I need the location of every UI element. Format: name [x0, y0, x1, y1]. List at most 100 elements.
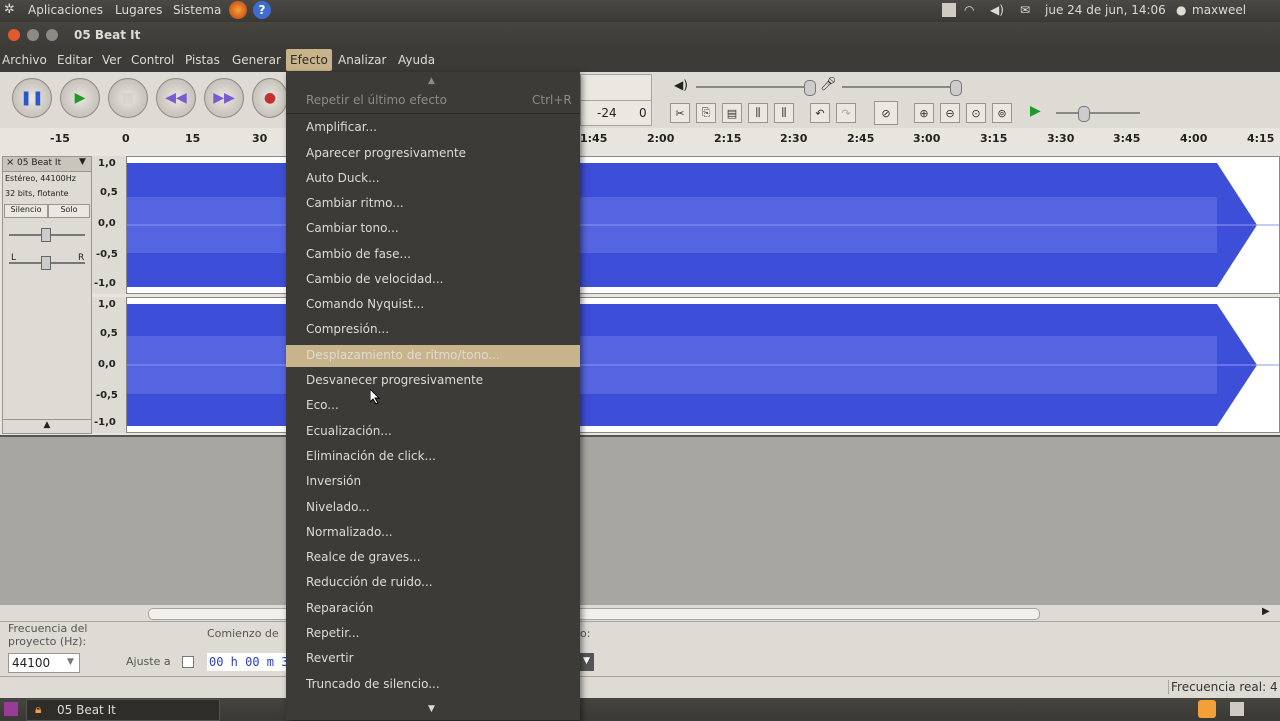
copy-icon[interactable]: ⎘ — [696, 103, 716, 123]
meter-top[interactable] — [580, 74, 652, 102]
meter-bottom[interactable]: -24 0 — [580, 100, 652, 126]
selection-start-field[interactable]: 00 h 00 m 3 — [207, 653, 288, 671]
playback-volume-thumb[interactable] — [804, 80, 816, 96]
menu-editar[interactable]: Editar — [57, 53, 93, 67]
track-close-icon[interactable]: × — [6, 157, 14, 168]
menu-item-reduccion-ruido[interactable]: Reducción de ruido... — [306, 575, 433, 589]
menu-item-compresion[interactable]: Compresión... — [306, 322, 389, 336]
paste-icon[interactable]: ▤ — [722, 103, 742, 123]
menu-item-truncado-silencio[interactable]: Truncado de silencio... — [306, 677, 440, 691]
wifi-icon[interactable]: ◠ — [964, 3, 974, 17]
playback-volume-slider[interactable] — [696, 86, 808, 88]
speed-slider[interactable] — [1056, 112, 1140, 114]
system-menu[interactable]: Sistema — [173, 3, 221, 17]
zoom-in-icon[interactable]: ⊕ — [914, 103, 934, 123]
firefox-icon[interactable] — [229, 1, 247, 19]
menu-item-inversion[interactable]: Inversión — [306, 474, 361, 488]
scroll-down-icon[interactable]: ▼ — [428, 704, 435, 714]
menu-ver[interactable]: Ver — [102, 53, 122, 67]
horizontal-scrollbar[interactable]: ▶ — [0, 605, 1280, 621]
menu-item-reparacion[interactable]: Reparación — [306, 601, 373, 615]
trash-icon[interactable] — [1230, 702, 1244, 716]
menu-item-amplificar[interactable]: Amplificar... — [306, 120, 377, 134]
user-name[interactable]: maxweel — [1192, 3, 1246, 17]
pan-slider-thumb[interactable] — [41, 256, 51, 270]
menu-item-comando-nyquist[interactable]: Comando Nyquist... — [306, 297, 424, 311]
maximize-icon[interactable] — [46, 29, 58, 41]
menu-item-eco[interactable]: Eco... — [306, 398, 339, 412]
play-at-speed-icon[interactable]: ▶ — [1030, 103, 1041, 119]
audacity-tray-icon[interactable] — [1198, 700, 1216, 718]
skip-end-button[interactable]: ▶▶ — [204, 78, 244, 118]
timeline-ruler[interactable]: -15 0 15 30 1:45 2:00 2:15 2:30 2:45 3:0… — [0, 128, 1280, 151]
undo-icon[interactable]: ↶ — [810, 103, 830, 123]
menu-item-cambio-fase[interactable]: Cambio de fase... — [306, 247, 411, 261]
selection-format-combo[interactable]: ▼ — [580, 653, 594, 671]
mute-button[interactable]: Silencio — [4, 204, 48, 218]
menu-item-desvanecer[interactable]: Desvanecer progresivamente — [306, 373, 483, 387]
menu-item-aparecer[interactable]: Aparecer progresivamente — [306, 146, 466, 160]
pause-button[interactable]: ❚❚ — [12, 78, 52, 118]
show-desktop-icon[interactable] — [4, 702, 18, 716]
menu-item-realce-graves[interactable]: Realce de graves... — [306, 550, 421, 564]
sync-lock-icon[interactable]: ⊘ — [874, 101, 898, 125]
menu-item-repetir[interactable]: Repetir... — [306, 626, 360, 640]
volume-icon[interactable]: ◀) — [990, 3, 1004, 17]
mail-icon[interactable]: ✉ — [1020, 3, 1030, 17]
menu-pistas[interactable]: Pistas — [185, 53, 220, 67]
chevron-down-icon[interactable]: ▼ — [583, 656, 590, 666]
menu-analizar[interactable]: Analizar — [338, 53, 386, 67]
track-header[interactable]: × 05 Beat It ▼ — [3, 157, 91, 172]
clock[interactable]: jue 24 de jun, 14:06 — [1045, 3, 1166, 17]
menu-ayuda[interactable]: Ayuda — [398, 53, 435, 67]
stop-button[interactable]: ■ — [108, 78, 148, 118]
menu-generar[interactable]: Generar — [232, 53, 281, 67]
cut-icon[interactable]: ✂ — [670, 103, 690, 123]
scroll-up-icon[interactable]: ▲ — [428, 76, 435, 86]
places-menu[interactable]: Lugares — [115, 3, 162, 17]
menu-item-cambiar-ritmo[interactable]: Cambiar ritmo... — [306, 196, 404, 210]
speed-slider-thumb[interactable] — [1078, 106, 1090, 122]
workspace-icon[interactable] — [942, 3, 956, 17]
record-button[interactable]: ● — [252, 78, 288, 118]
close-icon[interactable] — [8, 29, 20, 41]
taskbar-window-button[interactable]: 🔒︎ 05 Beat It — [26, 699, 220, 721]
menu-item-ecualizacion[interactable]: Ecualización... — [306, 424, 392, 438]
menu-item-normalizado[interactable]: Normalizado... — [306, 525, 393, 539]
applications-menu[interactable]: Aplicaciones — [28, 3, 103, 17]
skip-start-button[interactable]: ◀◀ — [156, 78, 196, 118]
solo-button[interactable]: Solo — [48, 204, 90, 218]
project-rate-combo[interactable]: 44100 ▼ — [8, 653, 80, 673]
snap-checkbox[interactable] — [182, 656, 194, 668]
minimize-icon[interactable] — [27, 29, 39, 41]
gain-slider-thumb[interactable] — [41, 228, 51, 242]
redo-icon[interactable]: ↷ — [836, 103, 856, 123]
ubuntu-logo-icon[interactable]: ✲ — [4, 2, 15, 17]
menu-item-cambiar-tono[interactable]: Cambiar tono... — [306, 221, 399, 235]
record-volume-thumb[interactable] — [950, 80, 962, 96]
menu-control[interactable]: Control — [131, 53, 174, 67]
menu-item-cambio-velocidad[interactable]: Cambio de velocidad... — [306, 272, 443, 286]
fit-selection-icon[interactable]: ⊙ — [966, 103, 986, 123]
empty-track-area[interactable] — [0, 435, 1280, 607]
menu-item-repeat-last-effect[interactable]: Repetir el último efecto — [306, 93, 447, 107]
menu-efecto[interactable]: Efecto — [286, 49, 332, 71]
scroll-right-icon[interactable]: ▶ — [1262, 606, 1270, 617]
menu-item-auto-duck[interactable]: Auto Duck... — [306, 171, 380, 185]
collapse-track-button[interactable]: ▲ — [3, 419, 91, 434]
track-name[interactable]: 05 Beat It — [17, 158, 61, 168]
menu-item-revertir[interactable]: Revertir — [306, 651, 354, 665]
help-icon[interactable]: ? — [253, 1, 271, 19]
record-volume-slider[interactable] — [842, 86, 954, 88]
scrollbar-thumb[interactable] — [148, 608, 1040, 620]
menu-item-desplazamiento[interactable]: Desplazamiento de ritmo/tono... — [306, 348, 500, 362]
menu-item-eliminacion-click[interactable]: Eliminación de click... — [306, 449, 436, 463]
silence-icon[interactable]: ⫼ — [774, 103, 794, 123]
play-button[interactable]: ▶ — [60, 78, 100, 118]
trim-icon[interactable]: ⫼ — [748, 103, 768, 123]
zoom-out-icon[interactable]: ⊖ — [940, 103, 960, 123]
menu-item-nivelado[interactable]: Nivelado... — [306, 500, 370, 514]
menu-archivo[interactable]: Archivo — [2, 53, 47, 67]
fit-project-icon[interactable]: ⊚ — [992, 103, 1012, 123]
track-menu-icon[interactable]: ▼ — [79, 157, 86, 167]
